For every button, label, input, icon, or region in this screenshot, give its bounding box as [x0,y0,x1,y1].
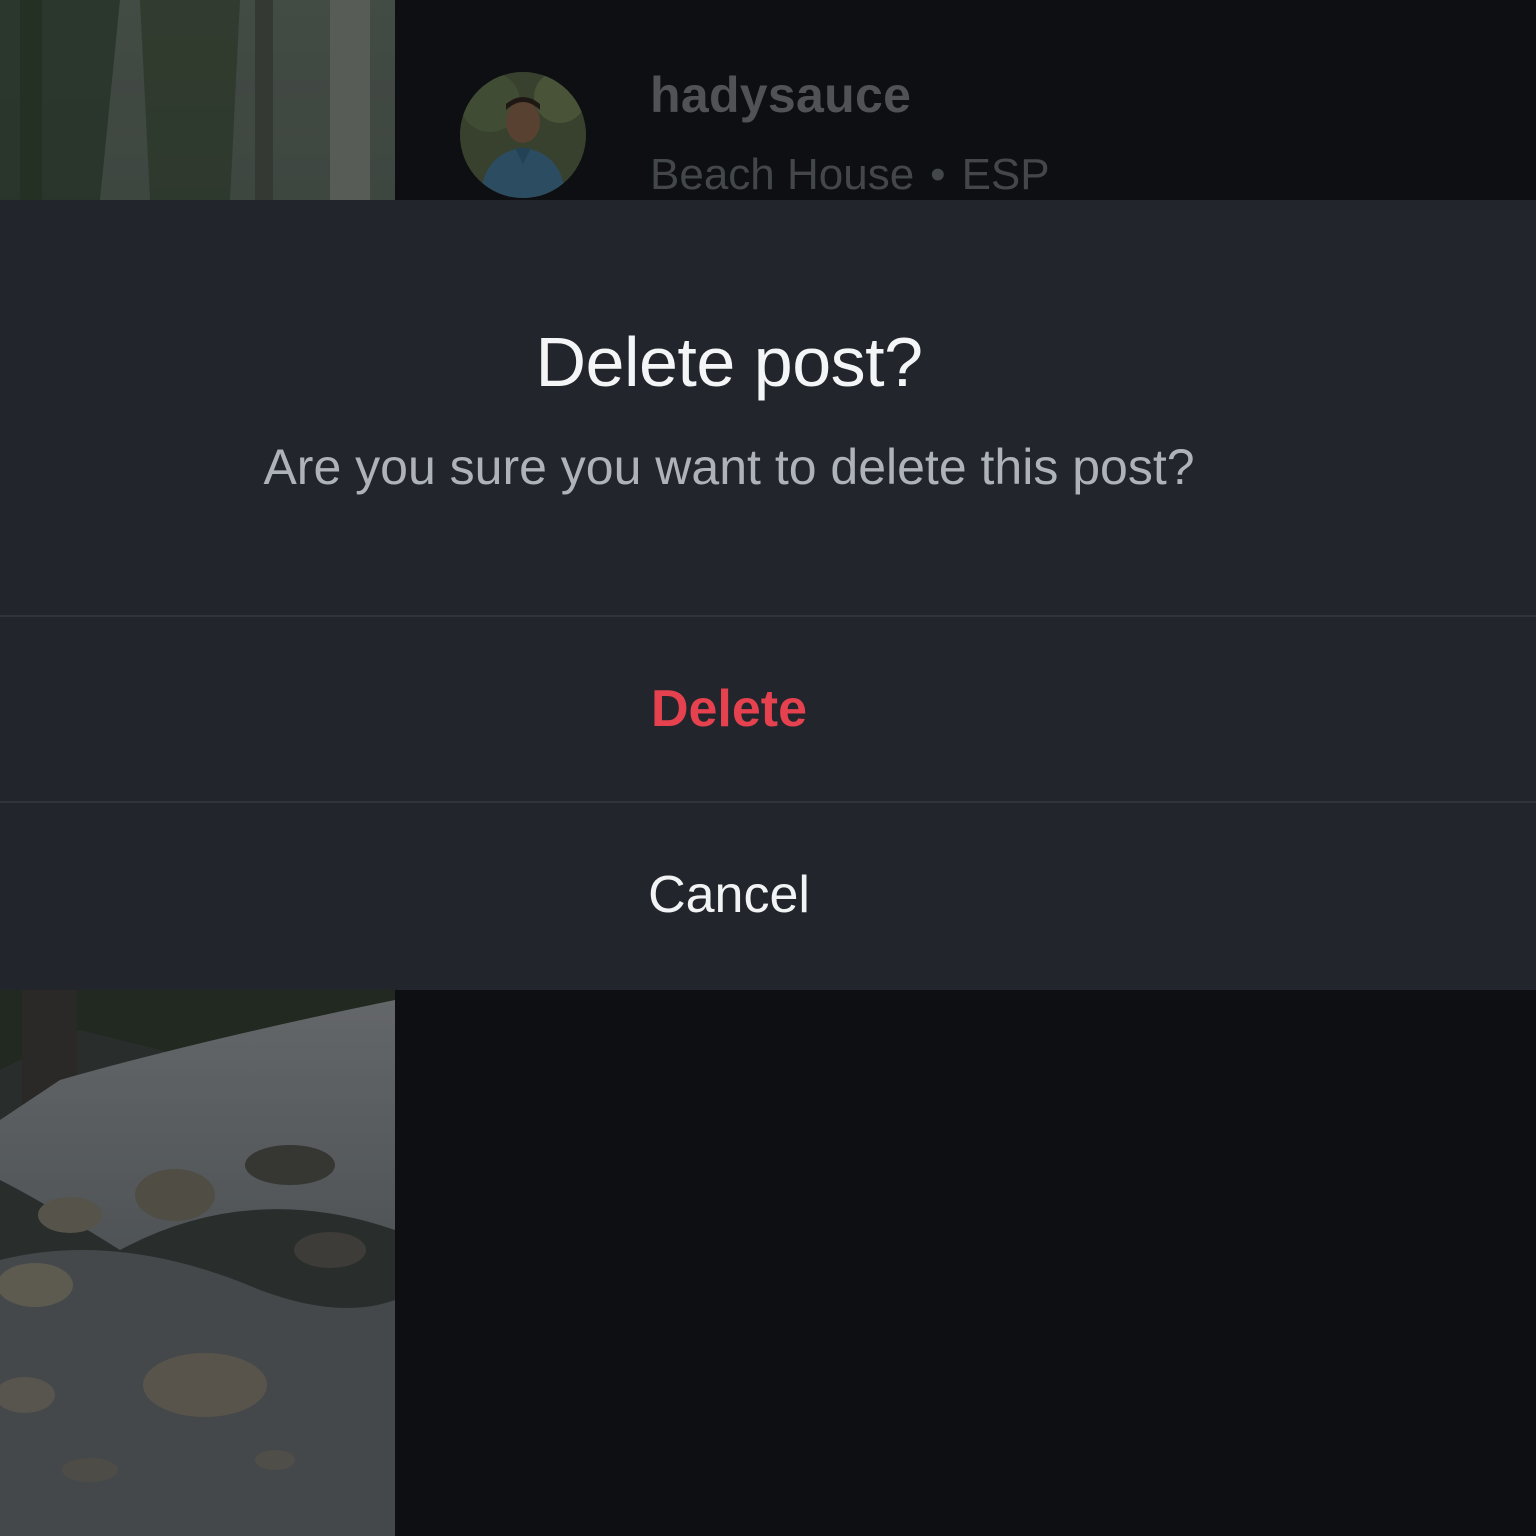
cancel-button[interactable]: Cancel [0,803,1458,987]
post-header: hadysauce Beach House • ESP [395,0,1536,200]
post-subline: Beach House • ESP [650,150,1050,200]
avatar-image [460,72,586,198]
post-username[interactable]: hadysauce [650,66,911,124]
post-location[interactable]: Beach House [650,150,914,199]
separator-dot: • [930,150,946,199]
dialog-title-wrap: Delete post? [0,322,1458,402]
post-country: ESP [961,150,1050,199]
dialog-message-wrap: Are you sure you want to delete this pos… [0,438,1458,496]
dialog-message: Are you sure you want to delete this pos… [263,439,1195,495]
app-page: hadysauce Beach House • ESP Delete post? A… [0,0,1536,1536]
delete-button[interactable]: Delete [0,617,1458,801]
delete-confirmation-dialog: Delete post? Are you sure you want to de… [0,200,1536,990]
avatar[interactable] [460,72,586,198]
dialog-title: Delete post? [535,323,923,401]
